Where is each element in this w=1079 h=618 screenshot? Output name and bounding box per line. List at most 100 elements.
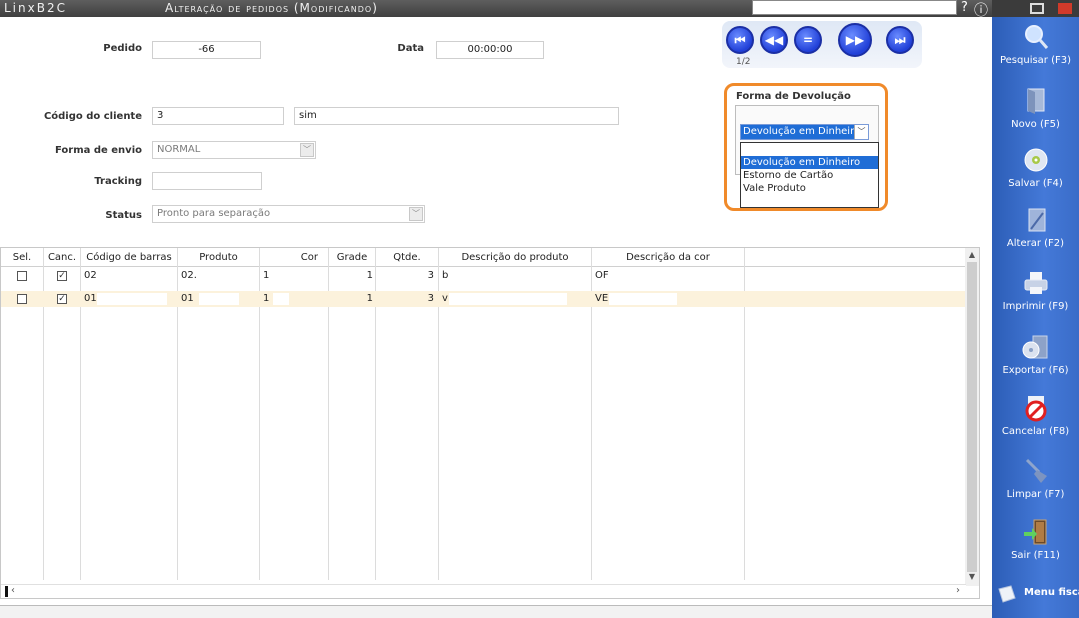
cell-descricao-cor: OF: [595, 270, 609, 281]
first-record-button[interactable]: ⏮: [726, 26, 754, 54]
forma-envio-select[interactable]: NORMAL ﹀: [152, 141, 316, 159]
cell-produto: 02.: [181, 270, 197, 281]
printer-icon: [1024, 272, 1047, 294]
data-label: Data: [397, 43, 424, 54]
column-header-canc[interactable]: Canc.: [44, 248, 80, 266]
column-header-sel[interactable]: Sel.: [1, 248, 43, 266]
sel-checkbox[interactable]: [1, 291, 43, 307]
column-header-grade[interactable]: Grade: [329, 248, 375, 266]
title-search-input[interactable]: [752, 0, 957, 15]
column-header-produto[interactable]: Produto: [178, 248, 259, 266]
sidebar-item-pesquisar[interactable]: Pesquisar (F3): [992, 22, 1079, 82]
sidebar-item-sair[interactable]: Sair (F11): [992, 517, 1079, 577]
current-record-button[interactable]: =: [794, 26, 822, 54]
cell-grade: 1: [366, 270, 373, 281]
disk-icon: [1024, 148, 1047, 172]
redaction-mask: [199, 293, 239, 305]
sidebar-item-limpar[interactable]: Limpar (F7): [992, 456, 1079, 516]
window-title: Alteração de pedidos (Modificando): [165, 1, 378, 15]
dropdown-option-estorno-cartao[interactable]: Estorno de Cartão: [741, 169, 878, 182]
dropdown-option-devolucao-dinheiro[interactable]: Devolução em Dinheiro: [741, 156, 878, 169]
forma-devolucao-selected: Devolução em Dinheiro: [743, 126, 861, 137]
sidebar-item-label: Exportar (F6): [1002, 365, 1069, 376]
info-icon[interactable]: ⓘ: [974, 0, 988, 20]
exit-door-icon: [1023, 519, 1046, 545]
sidebar-item-alterar[interactable]: Alterar (F2): [992, 205, 1079, 265]
sidebar-item-cancelar[interactable]: Cancelar (F8): [992, 393, 1079, 453]
title-bar: LinxB2C Alteração de pedidos (Modificand…: [0, 0, 992, 20]
codigo-cliente-field[interactable]: 3: [152, 107, 284, 125]
redaction-mask: [273, 293, 289, 305]
action-sidebar: Pesquisar (F3) Novo (F5) Salvar (F4) Alt…: [992, 0, 1079, 618]
scroll-left-icon[interactable]: ‹: [11, 585, 15, 596]
tracking-field[interactable]: [152, 172, 262, 190]
table-row[interactable]: ✓ 01 01 1 1 3 v VE: [1, 291, 966, 307]
codigo-cliente-label: Código do cliente: [43, 111, 142, 122]
next-record-button[interactable]: ▶▶: [838, 23, 872, 57]
pedido-label: Pedido: [103, 43, 142, 54]
column-header-codigo-barras[interactable]: Código de barras: [81, 248, 177, 266]
scroll-up-icon[interactable]: ▲: [965, 250, 979, 262]
cancel-icon: [1025, 396, 1046, 422]
record-navigation: ⏮ ◀◀ = ▶▶ ⏭ 1/2: [722, 21, 922, 68]
scroll-thumb[interactable]: [967, 262, 977, 572]
column-header-qtde[interactable]: Qtde.: [376, 248, 438, 266]
dropdown-option-vale-produto[interactable]: Vale Produto: [741, 182, 878, 195]
redaction-mask: [449, 293, 567, 305]
canc-checkbox[interactable]: ✓: [44, 291, 80, 307]
column-header-cor[interactable]: Cor: [260, 248, 328, 266]
data-field[interactable]: 00:00:00: [436, 41, 544, 59]
close-icon[interactable]: [1058, 3, 1072, 14]
canc-checkbox[interactable]: ✓: [44, 268, 80, 284]
sidebar-item-novo[interactable]: Novo (F5): [992, 86, 1079, 146]
sidebar-item-label: Salvar (F4): [1008, 178, 1063, 189]
table-row[interactable]: ✓ 02 02. 1 1 3 b OF: [1, 268, 966, 284]
chevron-down-icon[interactable]: ﹀: [300, 143, 314, 157]
last-record-button[interactable]: ⏭: [886, 26, 914, 54]
vertical-scrollbar[interactable]: ▲ ▼: [965, 248, 979, 586]
status-select[interactable]: Pronto para separação ﹀: [152, 205, 425, 223]
sel-checkbox[interactable]: [1, 268, 43, 284]
pencil-icon: [1028, 208, 1045, 232]
sidebar-item-label: Alterar (F2): [1006, 238, 1065, 249]
sidebar-item-label: Novo (F5): [1011, 119, 1060, 130]
export-icon: [1022, 335, 1047, 359]
scroll-right-icon[interactable]: ›: [956, 585, 960, 596]
app-window: LinxB2C Alteração de pedidos (Modificand…: [0, 0, 1079, 618]
sidebar-item-exportar[interactable]: Exportar (F6): [992, 332, 1079, 392]
cell-qtde: 3: [427, 270, 434, 281]
cliente-nome-field[interactable]: sim: [294, 107, 619, 125]
pedido-field[interactable]: -66: [152, 41, 261, 59]
sidebar-item-label: Pesquisar (F3): [999, 55, 1072, 66]
window-controls: [992, 0, 1079, 17]
sidebar-item-salvar[interactable]: Salvar (F4): [992, 145, 1079, 205]
previous-record-button[interactable]: ◀◀: [760, 26, 788, 54]
status-label: Status: [105, 210, 142, 221]
minimize-icon[interactable]: [1030, 3, 1044, 14]
tracking-label: Tracking: [94, 176, 142, 187]
redaction-mask: [97, 293, 167, 305]
sidebar-item-label: Cancelar (F8): [1001, 426, 1070, 437]
chevron-down-icon[interactable]: ﹀: [854, 125, 868, 139]
column-header-descricao-produto[interactable]: Descrição do produto: [439, 248, 591, 266]
menu-fiscal-button[interactable]: Menu fiscal: [992, 580, 1079, 608]
cell-cor: 1: [263, 270, 270, 281]
cell-cor: 1: [263, 293, 270, 304]
help-icon[interactable]: ?: [961, 0, 968, 15]
forma-devolucao-select[interactable]: Devolução em Dinheiro ﹀: [740, 124, 869, 140]
forma-envio-label: Forma de envio: [54, 145, 142, 156]
sidebar-item-label: Imprimir (F9): [1002, 301, 1069, 312]
chevron-down-icon[interactable]: ﹀: [409, 207, 423, 221]
scroll-down-icon[interactable]: ▼: [965, 572, 979, 584]
cell-grade: 1: [366, 293, 373, 304]
forma-devolucao-dropdown-list: Devolução em Dinheiro Estorno de Cartão …: [740, 142, 879, 208]
status-bar: [0, 605, 992, 618]
sidebar-item-imprimir[interactable]: Imprimir (F9): [992, 268, 1079, 328]
dropdown-option-blank[interactable]: [741, 143, 878, 156]
status-value: Pronto para separação: [157, 208, 271, 219]
grid-header: Sel. Canc. Código de barras Produto Cor …: [1, 248, 966, 267]
sidebar-item-label: Limpar (F7): [1006, 489, 1065, 500]
column-header-descricao-cor[interactable]: Descrição da cor: [592, 248, 744, 266]
horizontal-scrollbar[interactable]: ‹ ›: [1, 584, 966, 598]
receipt-icon: [998, 585, 1016, 603]
